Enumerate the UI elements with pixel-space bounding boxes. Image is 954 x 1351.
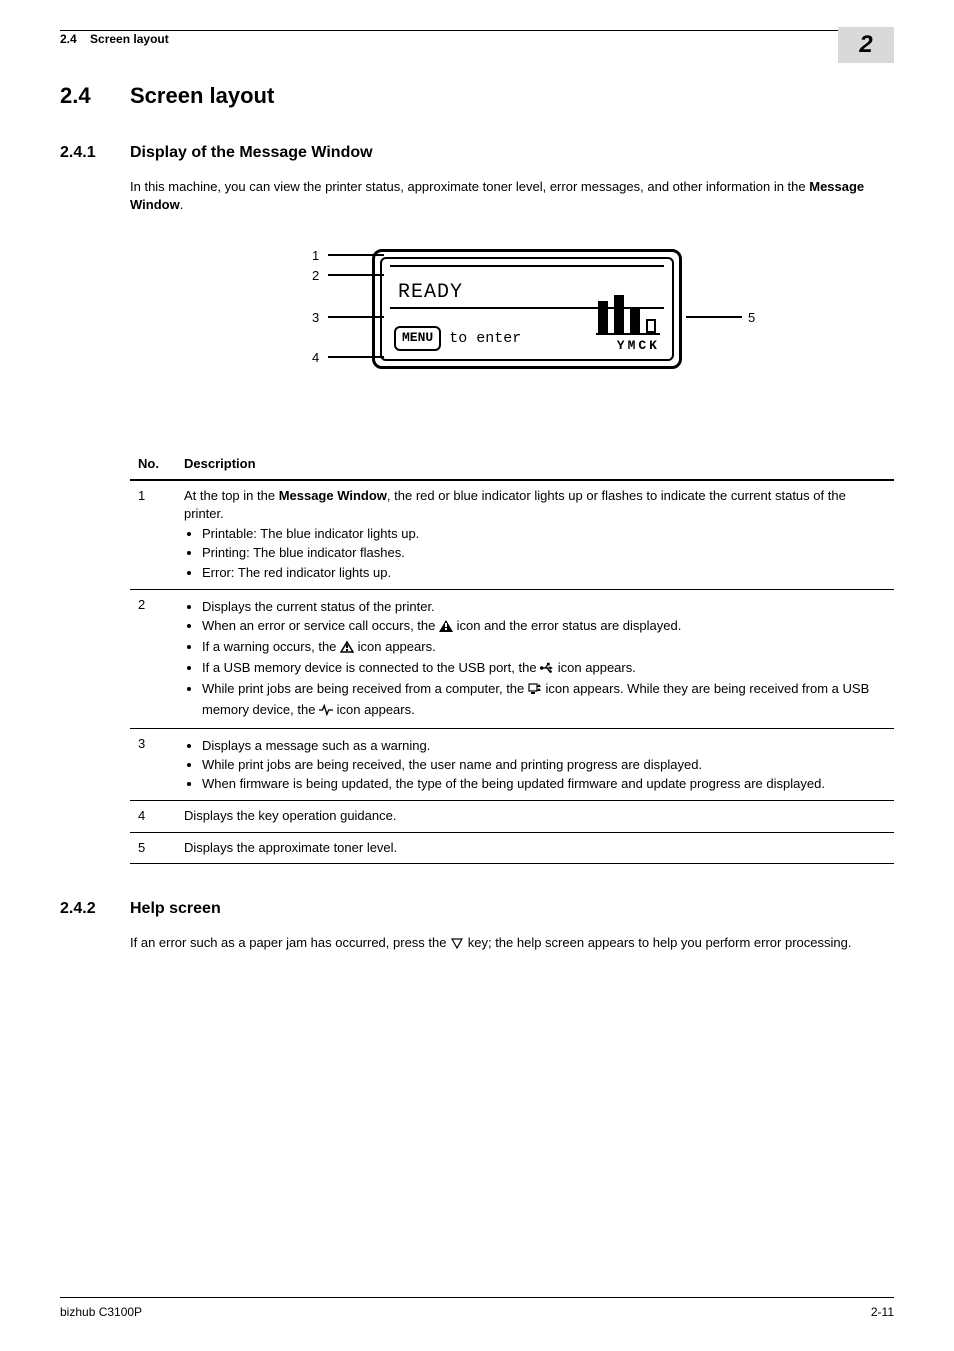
- r2b5a: While print jobs are being received from…: [202, 681, 528, 696]
- header-section-number: 2.4: [60, 32, 77, 46]
- callout-1: 1: [312, 247, 319, 265]
- chapter-corner-box: 2: [838, 27, 894, 63]
- subsection-2-title: Help screen: [130, 900, 221, 917]
- pc-transfer-icon: [528, 682, 542, 700]
- callout-2: 2: [312, 267, 319, 285]
- down-arrow-key-icon: [450, 936, 464, 954]
- table-row: 4 Displays the key operation guidance.: [130, 801, 894, 832]
- r2b2b: icon and the error status are displayed.: [457, 618, 682, 633]
- callout-4: 4: [312, 349, 319, 367]
- section-heading: 2.4Screen layout: [60, 81, 894, 112]
- row-desc: Displays a message such as a warning. Wh…: [176, 728, 894, 801]
- row1-lead-b: Message Window: [279, 488, 387, 503]
- list-item: If a USB memory device is connected to t…: [202, 659, 886, 679]
- lcd-outline: READY MENU to enter YMCK: [372, 249, 682, 369]
- menu-guidance-text: to enter: [449, 328, 521, 349]
- table-row: 3 Displays a message such as a warning. …: [130, 728, 894, 801]
- callout-line-3: [328, 316, 384, 318]
- list-item: If a warning occurs, the icon appears.: [202, 638, 886, 658]
- help-paragraph: If an error such as a paper jam has occu…: [130, 934, 894, 954]
- list-item: Printing: The blue indicator flashes.: [202, 544, 886, 562]
- usb-icon: [540, 661, 554, 679]
- lcd-top-indicator-line: [390, 265, 664, 277]
- subsection-1-number: 2.4.1: [60, 142, 130, 164]
- list-item: Displays the current status of the print…: [202, 598, 886, 616]
- help-para-a: If an error such as a paper jam has occu…: [130, 935, 450, 950]
- toner-bar-c: [630, 309, 640, 333]
- callout-line-1: [328, 254, 384, 256]
- running-header-left: 2.4 Screen layout: [60, 25, 169, 48]
- toner-bar-y: [598, 301, 608, 333]
- subsection-1-title: Display of the Message Window: [130, 144, 373, 161]
- r2b3b: icon appears.: [358, 639, 436, 654]
- header-section-title: Screen layout: [90, 32, 169, 46]
- error-triangle-filled-icon: [439, 619, 453, 637]
- row-desc: Displays the current status of the print…: [176, 589, 894, 728]
- toner-bar-m: [614, 295, 624, 333]
- table-header-no: No.: [130, 449, 176, 480]
- toner-level-area: YMCK: [596, 295, 660, 351]
- r2b2a: When an error or service call occurs, th…: [202, 618, 439, 633]
- row-no: 1: [130, 480, 176, 589]
- warning-triangle-outline-icon: [340, 640, 354, 658]
- page-footer: bizhub C3100P 2-11: [60, 1297, 894, 1321]
- table-row: 2 Displays the current status of the pri…: [130, 589, 894, 728]
- intro-prefix: In this machine, you can view the printe…: [130, 179, 809, 194]
- r2b5c: icon appears.: [337, 702, 415, 717]
- ymck-label: YMCK: [596, 337, 660, 355]
- lcd-status-text: READY: [398, 279, 463, 307]
- list-item: Printable: The blue indicator lights up.: [202, 525, 886, 543]
- intro-suffix: .: [180, 197, 184, 212]
- row-no: 5: [130, 832, 176, 863]
- callout-5: 5: [748, 309, 755, 327]
- list-item: While print jobs are being received from…: [202, 680, 886, 720]
- toner-bars: [596, 295, 660, 335]
- subsection-1-heading: 2.4.1Display of the Message Window: [60, 142, 894, 164]
- table-row: 1 At the top in the Message Window, the …: [130, 480, 894, 589]
- help-para-b: key; the help screen appears to help you…: [468, 935, 852, 950]
- callout-line-5: [686, 316, 742, 318]
- list-item: When an error or service call occurs, th…: [202, 617, 886, 637]
- lcd-inner: READY MENU to enter YMCK: [380, 257, 674, 361]
- row-no: 2: [130, 589, 176, 728]
- chapter-number: 2: [859, 28, 872, 62]
- menu-key-icon: MENU: [394, 326, 441, 350]
- callout-line-2: [328, 274, 384, 276]
- r2b4b: icon appears.: [558, 660, 636, 675]
- pulse-icon: [319, 703, 333, 721]
- row-desc: At the top in the Message Window, the re…: [176, 480, 894, 589]
- r2b4a: If a USB memory device is connected to t…: [202, 660, 540, 675]
- list-item: Error: The red indicator lights up.: [202, 564, 886, 582]
- lcd-guidance-row: MENU to enter: [394, 326, 521, 350]
- row1-lead-a: At the top in the: [184, 488, 279, 503]
- list-item: While print jobs are being received, the…: [202, 756, 886, 774]
- subsection-2-number: 2.4.2: [60, 898, 130, 920]
- subsection-2-heading: 2.4.2Help screen: [60, 898, 894, 920]
- callout-3: 3: [312, 309, 319, 327]
- callout-line-4: [328, 356, 384, 358]
- description-table: No. Description 1 At the top in the Mess…: [130, 449, 894, 864]
- row-desc: Displays the key operation guidance.: [176, 801, 894, 832]
- row-no: 4: [130, 801, 176, 832]
- list-item: When firmware is being updated, the type…: [202, 775, 886, 793]
- toner-bar-k: [646, 319, 656, 333]
- footer-model: bizhub C3100P: [60, 1304, 142, 1321]
- message-window-diagram: READY MENU to enter YMCK: [252, 239, 772, 409]
- intro-paragraph: In this machine, you can view the printe…: [130, 178, 894, 214]
- footer-page-number: 2-11: [871, 1304, 894, 1321]
- list-item: Displays a message such as a warning.: [202, 737, 886, 755]
- table-row: 5 Displays the approximate toner level.: [130, 832, 894, 863]
- row-desc: Displays the approximate toner level.: [176, 832, 894, 863]
- table-header-description: Description: [176, 449, 894, 480]
- row-no: 3: [130, 728, 176, 801]
- r2b3a: If a warning occurs, the: [202, 639, 340, 654]
- section-number: 2.4: [60, 81, 130, 112]
- section-title: Screen layout: [130, 83, 274, 108]
